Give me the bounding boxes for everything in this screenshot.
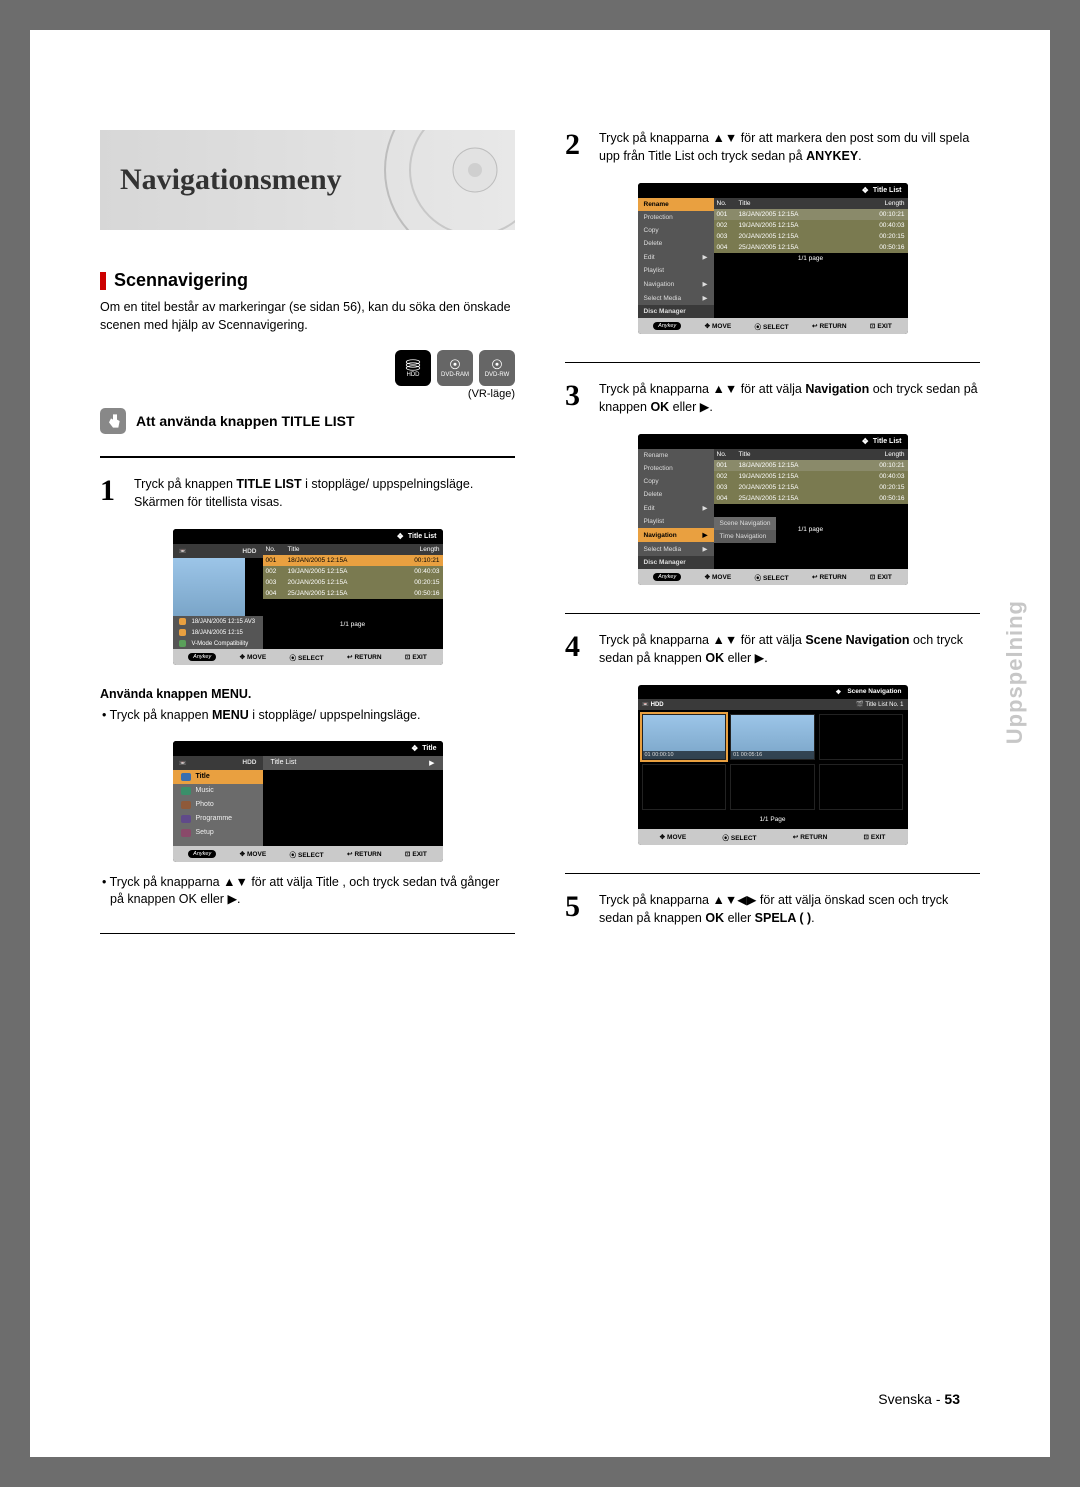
step-5: 5 Tryck på knapparna ▲▼◀▶ för att välja … (565, 892, 980, 927)
disc-icons-row: HDD DVD-RAM DVD-RW (100, 350, 515, 386)
osd-main-menu: ❖Title 📼HDD Title Music Photo Programme … (173, 741, 443, 862)
menu-use-heading: Använda knappen MENU. (100, 687, 515, 701)
vr-mode-label: (VR-läge) (100, 388, 515, 400)
red-bar-icon (100, 272, 106, 290)
page-footer: Svenska - 53 (878, 1391, 960, 1407)
step-3: 3 Tryck på knapparna ▲▼ för att välja Na… (565, 381, 980, 416)
divider (100, 933, 515, 934)
subtitle: Att använda knappen TITLE LIST (136, 413, 355, 429)
menu-bullet: • Tryck på knappen MENU i stoppläge/ upp… (100, 707, 515, 725)
diamond-icon: ❖ (397, 532, 404, 541)
step-2: 2 Tryck på knapparna ▲▼ för att markera … (565, 130, 980, 165)
section-heading: Scennavigering (100, 270, 515, 291)
hdd-badge-icon: HDD (395, 350, 431, 386)
step-1: 1 Tryck på knappen TITLE LIST i stoppläg… (100, 476, 515, 511)
osd-title-list: ❖ Title List 📼HDD 18/JAN/2005 12:15 AV3 … (173, 529, 443, 665)
dvd-rw-badge-icon: DVD-RW (479, 350, 515, 386)
intro-text: Om en titel består av markeringar (se si… (100, 299, 515, 334)
title-nav-bullet: • Tryck på knapparna ▲▼ för att välja Ti… (100, 874, 515, 909)
side-tab: Uppspelning (1002, 600, 1028, 744)
table-row: 00118/JAN/2005 12:15A00:10:21 (263, 555, 443, 566)
banner: Navigationsmeny (100, 130, 515, 230)
osd-context-rename: ❖Title List Rename Protection Copy Delet… (638, 183, 908, 334)
dvd-ram-badge-icon: DVD-RAM (437, 350, 473, 386)
right-column: 2 Tryck på knapparna ▲▼ för att markera … (540, 130, 980, 1407)
osd-footer: Anykey ✥MOVE ⦿SELECT ↩RETURN ⊡EXIT (173, 649, 443, 665)
left-column: Navigationsmeny Scennavigering Om en tit… (100, 130, 540, 1407)
step-4: 4 Tryck på knapparna ▲▼ för att välja Sc… (565, 632, 980, 667)
banner-title: Navigationsmeny (120, 163, 342, 197)
scene-thumb: 01 00:00:10 (642, 714, 727, 760)
manual-page: Navigationsmeny Scennavigering Om en tit… (30, 30, 1050, 1457)
step-num-1: 1 (100, 476, 126, 511)
hand-icon (100, 408, 126, 434)
osd-scene-navigation: ❖Scene Navigation 📼 HDD🎬 Title List No. … (638, 685, 908, 845)
disc-art-icon (355, 130, 515, 230)
section-title: Scennavigering (114, 270, 248, 291)
thumb-icon (173, 558, 245, 616)
divider (100, 456, 515, 458)
subtitle-row: Att använda knappen TITLE LIST (100, 408, 515, 434)
step-1-text: Tryck på knappen TITLE LIST i stoppläge/… (134, 476, 515, 511)
osd-context-navigation: ❖Title List Rename Protection Copy Delet… (638, 434, 908, 585)
